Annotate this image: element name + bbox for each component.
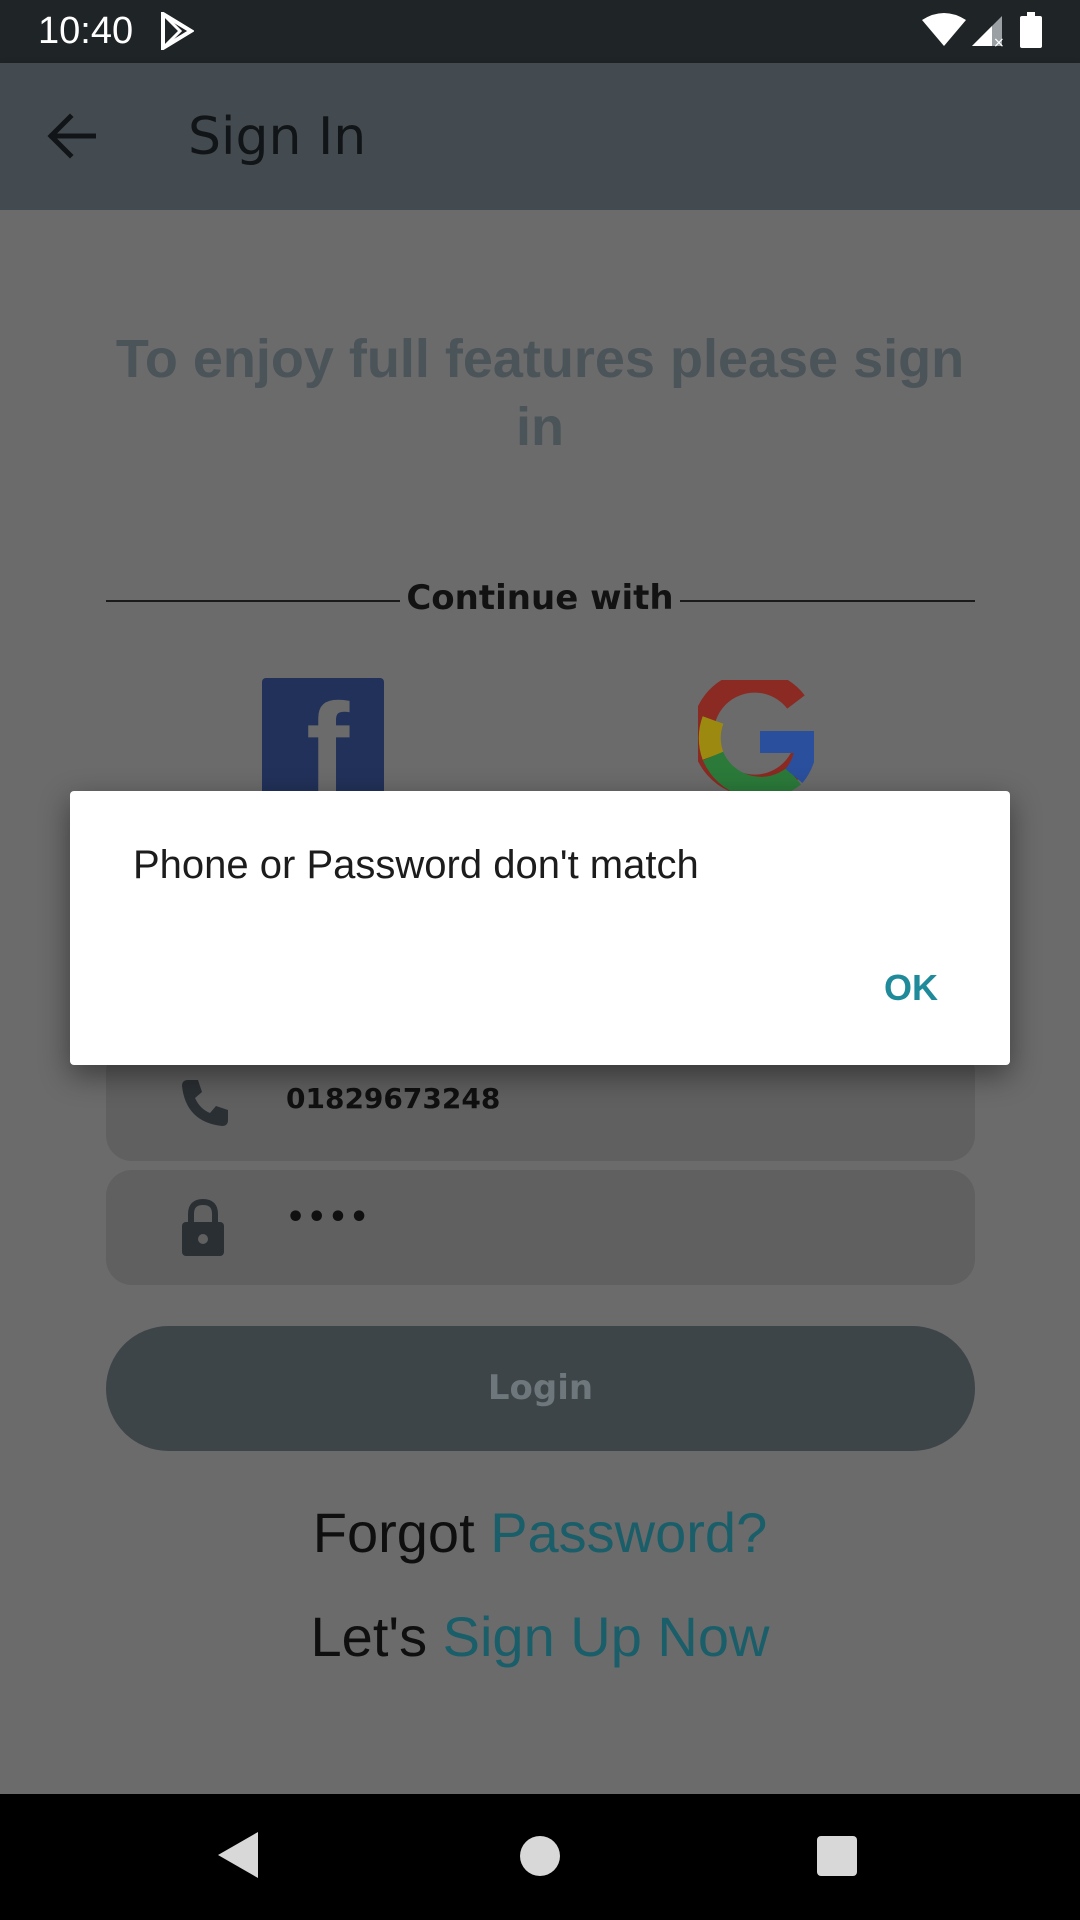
sign-up-row: Let's Sign Up Now xyxy=(0,1604,1080,1669)
nav-home-icon[interactable] xyxy=(520,1836,560,1876)
nav-back-icon[interactable] xyxy=(216,1830,260,1880)
headline: To enjoy full features please sign in xyxy=(115,329,965,457)
google-logo-icon[interactable] xyxy=(698,680,814,796)
dialog-message: Phone or Password don't match xyxy=(133,843,699,887)
forgot-prefix: Forgot xyxy=(312,1501,491,1564)
forgot-password-link[interactable]: Password? xyxy=(490,1501,767,1564)
phone-value: 01829673248 xyxy=(286,1082,501,1115)
battery-icon xyxy=(1020,12,1042,48)
wifi-icon xyxy=(922,13,966,46)
status-time: 10:40 xyxy=(38,10,134,52)
arrow-back-icon[interactable] xyxy=(46,113,96,159)
dialog-ok-button[interactable]: OK xyxy=(884,967,938,1009)
svg-text:×: × xyxy=(993,35,1004,48)
divider-left xyxy=(106,600,400,602)
system-nav-bar xyxy=(0,1794,1080,1920)
status-bar: 10:40 × xyxy=(0,0,1080,63)
sign-up-link[interactable]: Sign Up Now xyxy=(443,1605,770,1668)
password-value: •••• xyxy=(286,1200,371,1235)
play-store-icon xyxy=(161,12,194,50)
app-bar: Sign In xyxy=(0,63,1080,210)
error-dialog: Phone or Password don't match OK xyxy=(70,791,1010,1065)
phone-icon xyxy=(182,1080,228,1126)
facebook-logo-icon[interactable]: f xyxy=(262,678,384,798)
forgot-password-row: Forgot Password? xyxy=(0,1500,1080,1565)
page-title: Sign In xyxy=(188,107,367,167)
cell-signal-icon: × xyxy=(972,16,1004,48)
password-field[interactable]: •••• xyxy=(106,1170,975,1285)
signup-prefix: Let's xyxy=(310,1605,443,1668)
divider-right xyxy=(680,600,975,602)
login-button[interactable]: Login xyxy=(106,1326,975,1451)
lock-icon xyxy=(182,1198,224,1256)
nav-recents-icon[interactable] xyxy=(817,1836,857,1876)
continue-with-label: Continue with xyxy=(406,578,674,618)
